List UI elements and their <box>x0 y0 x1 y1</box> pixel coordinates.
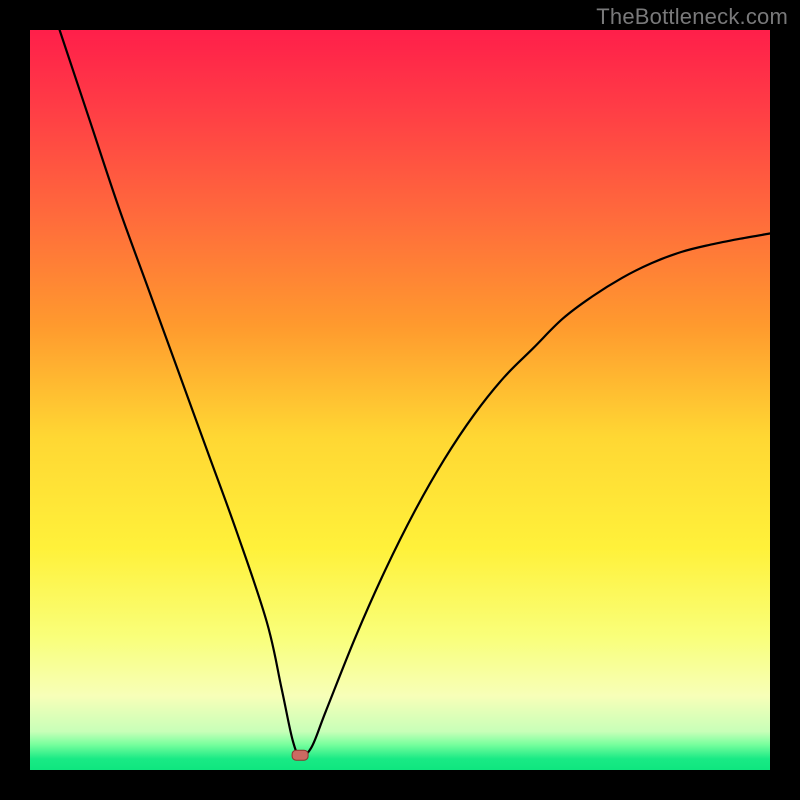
bottleneck-chart <box>0 0 800 800</box>
watermark-text: TheBottleneck.com <box>596 4 788 30</box>
chart-container: { "watermark": "TheBottleneck.com", "cha… <box>0 0 800 800</box>
plot-background <box>30 30 770 770</box>
optimal-point-marker <box>292 750 308 760</box>
